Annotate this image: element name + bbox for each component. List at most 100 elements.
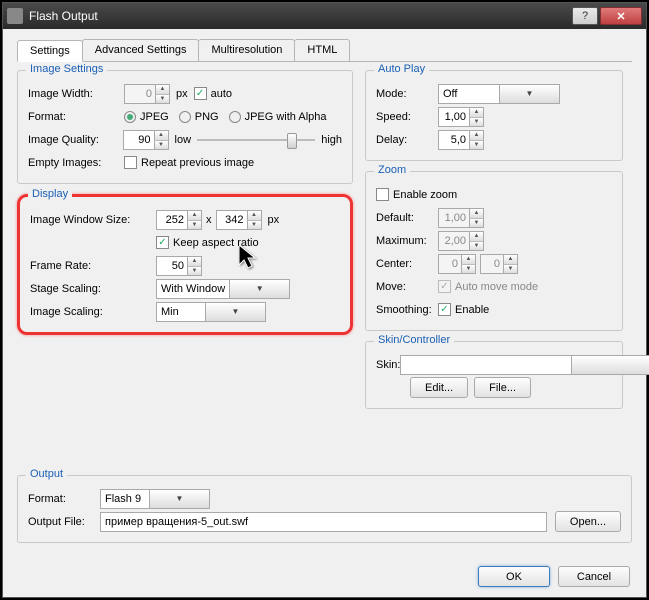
legend-skin: Skin/Controller [374, 334, 454, 346]
window-title: Flash Output [29, 9, 572, 23]
window-height-spinner[interactable]: ▲▼ [216, 210, 262, 230]
label-output-format: Format: [28, 493, 100, 505]
legend-image-settings: Image Settings [26, 63, 107, 75]
delay-spinner[interactable]: ▲▼ [438, 130, 484, 150]
down-icon[interactable]: ▼ [461, 264, 475, 273]
chevron-down-icon[interactable]: ▼ [149, 490, 209, 508]
frame-rate-input[interactable] [157, 257, 187, 275]
label-x: x [206, 214, 212, 226]
down-icon[interactable]: ▼ [503, 264, 517, 273]
up-icon[interactable]: ▲ [155, 85, 169, 94]
output-format-combo[interactable]: Flash 9 ▼ [100, 489, 210, 509]
label-image-window-size: Image Window Size: [30, 214, 156, 226]
keep-aspect-checkbox[interactable]: ✓Keep aspect ratio [156, 236, 259, 249]
smoothing-checkbox[interactable]: ✓Enable [438, 303, 489, 316]
tab-html[interactable]: HTML [294, 39, 350, 61]
output-file-input[interactable] [100, 512, 547, 532]
down-icon[interactable]: ▼ [469, 117, 483, 126]
down-icon[interactable]: ▼ [469, 218, 483, 227]
up-icon[interactable]: ▲ [187, 257, 201, 266]
chevron-down-icon[interactable]: ▼ [229, 280, 289, 298]
center-y-input[interactable] [481, 255, 503, 273]
zoom-maximum-spinner[interactable]: ▲▼ [438, 231, 484, 251]
label-image-quality: Image Quality: [28, 134, 123, 146]
up-icon[interactable]: ▲ [469, 209, 483, 218]
down-icon[interactable]: ▼ [469, 140, 483, 149]
tab-multiresolution[interactable]: Multiresolution [198, 39, 295, 61]
frame-rate-spinner[interactable]: ▲▼ [156, 256, 202, 276]
down-icon[interactable]: ▼ [154, 140, 168, 149]
label-format: Format: [28, 111, 124, 123]
up-icon[interactable]: ▲ [469, 108, 483, 117]
center-x-spinner[interactable]: ▲▼ [438, 254, 476, 274]
image-width-input[interactable] [125, 85, 155, 103]
tab-strip: Settings Advanced Settings Multiresoluti… [17, 39, 632, 62]
radio-jpeg[interactable]: JPEG [124, 111, 169, 123]
tab-advanced-settings[interactable]: Advanced Settings [82, 39, 200, 61]
label-speed: Speed: [376, 111, 438, 123]
image-quality-spinner[interactable]: ▲▼ [123, 130, 169, 150]
zoom-default-input[interactable] [439, 209, 469, 227]
label-stage-scaling: Stage Scaling: [30, 283, 156, 295]
zoom-maximum-input[interactable] [439, 232, 469, 250]
up-icon[interactable]: ▲ [187, 211, 201, 220]
label-center: Center: [376, 258, 438, 270]
group-zoom: Zoom Enable zoom Default: ▲▼ Maximum: [365, 171, 623, 331]
down-icon[interactable]: ▼ [155, 94, 169, 103]
radio-jpeg-alpha[interactable]: JPEG with Alpha [229, 111, 327, 123]
mode-combo[interactable]: Off ▼ [438, 84, 560, 104]
up-icon[interactable]: ▲ [247, 211, 261, 220]
up-icon[interactable]: ▲ [469, 131, 483, 140]
up-icon[interactable]: ▲ [461, 255, 475, 264]
slider-thumb[interactable] [287, 133, 297, 149]
image-quality-input[interactable] [124, 131, 154, 149]
window-width-input[interactable] [157, 211, 187, 229]
image-scaling-combo[interactable]: Min ▼ [156, 302, 266, 322]
enable-zoom-checkbox[interactable]: Enable zoom [376, 188, 457, 201]
label-empty-images: Empty Images: [28, 157, 124, 169]
open-button[interactable]: Open... [555, 511, 621, 532]
skin-file-button[interactable]: File... [474, 377, 531, 398]
skin-combo[interactable]: ▼ [400, 355, 649, 375]
label-image-width: Image Width: [28, 88, 124, 100]
stage-scaling-combo[interactable]: With Window ▼ [156, 279, 290, 299]
window-height-input[interactable] [217, 211, 247, 229]
radio-png[interactable]: PNG [179, 111, 219, 123]
label-move: Move: [376, 281, 438, 293]
down-icon[interactable]: ▼ [469, 241, 483, 250]
image-width-spinner[interactable]: ▲▼ [124, 84, 170, 104]
ok-button[interactable]: OK [478, 566, 550, 587]
label-low: low [175, 134, 192, 146]
center-y-spinner[interactable]: ▲▼ [480, 254, 518, 274]
label-mode: Mode: [376, 88, 438, 100]
speed-input[interactable] [439, 108, 469, 126]
auto-width-checkbox[interactable]: ✓auto [194, 87, 232, 100]
auto-move-checkbox[interactable]: ✓Auto move mode [438, 280, 538, 293]
delay-input[interactable] [439, 131, 469, 149]
cancel-button[interactable]: Cancel [558, 566, 630, 587]
unit-px: px [176, 88, 188, 100]
label-skin: Skin: [376, 359, 400, 371]
flash-output-dialog: Flash Output ? ✕ Settings Advanced Setti… [2, 2, 647, 598]
up-icon[interactable]: ▲ [503, 255, 517, 264]
up-icon[interactable]: ▲ [154, 131, 168, 140]
tab-settings[interactable]: Settings [17, 40, 83, 62]
help-button[interactable]: ? [572, 7, 598, 25]
down-icon[interactable]: ▼ [187, 266, 201, 275]
chevron-down-icon[interactable]: ▼ [571, 356, 649, 374]
skin-edit-button[interactable]: Edit... [410, 377, 468, 398]
down-icon[interactable]: ▼ [247, 220, 261, 229]
speed-spinner[interactable]: ▲▼ [438, 107, 484, 127]
group-output: Output Format: Flash 9 ▼ Output File: Op… [17, 475, 632, 543]
chevron-down-icon[interactable]: ▼ [205, 303, 265, 321]
window-width-spinner[interactable]: ▲▼ [156, 210, 202, 230]
up-icon[interactable]: ▲ [469, 232, 483, 241]
zoom-default-spinner[interactable]: ▲▼ [438, 208, 484, 228]
quality-slider[interactable] [197, 131, 315, 149]
legend-display: Display [28, 188, 72, 200]
center-x-input[interactable] [439, 255, 461, 273]
chevron-down-icon[interactable]: ▼ [499, 85, 559, 103]
down-icon[interactable]: ▼ [187, 220, 201, 229]
close-button[interactable]: ✕ [600, 7, 642, 25]
repeat-previous-checkbox[interactable]: Repeat previous image [124, 156, 254, 169]
